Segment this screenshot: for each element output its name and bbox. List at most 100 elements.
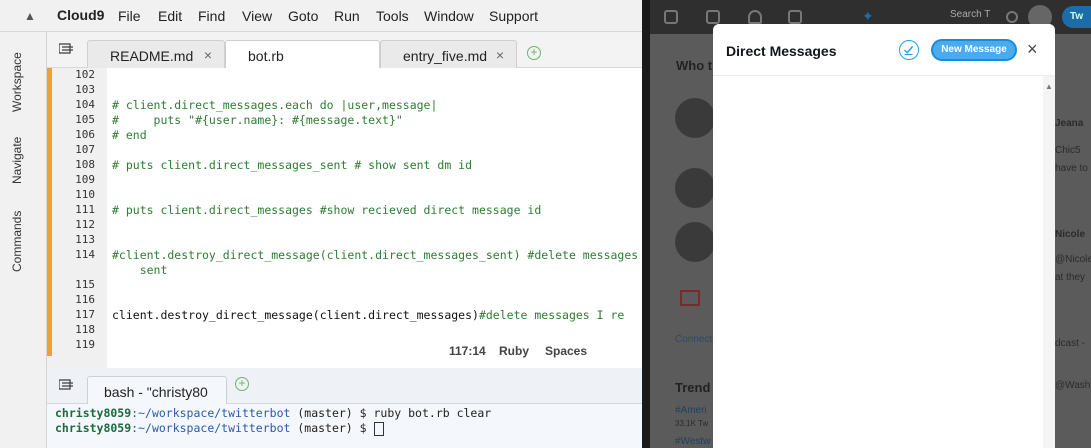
twitter-logo-icon[interactable]: ✦ xyxy=(862,8,876,24)
line-number: 109 xyxy=(75,173,95,186)
close-icon[interactable]: × xyxy=(1027,40,1038,58)
avatar xyxy=(675,222,715,262)
language-mode[interactable]: Ruby xyxy=(499,344,529,358)
menu-goto[interactable]: Goto xyxy=(288,8,318,24)
cursor-position[interactable]: 117:14 xyxy=(449,344,486,358)
tab-bot-rb-label: bot.rb xyxy=(248,48,284,64)
menu-find[interactable]: Find xyxy=(198,8,225,24)
menu-bar: ▲ Cloud9 File Edit Find View Goto Run To… xyxy=(0,0,645,32)
close-icon[interactable]: × xyxy=(496,47,504,63)
line-number: 107 xyxy=(75,143,95,156)
twitter-window: ✦ Search T Tw Who t Connect Trend #Ameri… xyxy=(650,0,1091,448)
follow-handle: Chic5 xyxy=(1055,145,1081,156)
scroll-up-icon[interactable]: ▲ xyxy=(1045,82,1053,91)
avatar xyxy=(675,168,715,208)
terminal-cursor xyxy=(373,421,384,436)
editor-area: README.md × bot.rb entry_five.md × + 102… xyxy=(47,32,645,448)
menu-file[interactable]: File xyxy=(118,8,141,24)
line-number: 115 xyxy=(75,278,95,291)
follow-text: at they xyxy=(1055,272,1086,283)
dialog-header: Direct Messages New Message × xyxy=(713,24,1055,76)
tab-entry-five-label: entry_five.md xyxy=(403,48,488,64)
avatar xyxy=(675,98,715,138)
collapse-menu-icon[interactable]: ▲ xyxy=(24,9,36,23)
who-to-follow-heading: Who t xyxy=(676,58,713,73)
cloud9-brand-menu[interactable]: Cloud9 xyxy=(57,7,104,23)
line-gutter: 102 103 104 105 106 107 108 109 110 111 112 113 114 1… xyxy=(47,68,107,368)
side-panel-tabs: Workspace Navigate Commands xyxy=(0,32,47,448)
code-line: # puts "#{user.name}: #{message.text}" xyxy=(112,113,403,127)
side-tab-workspace[interactable]: Workspace xyxy=(10,52,24,112)
tab-readme[interactable]: README.md × xyxy=(87,40,225,68)
tab-bot-rb[interactable]: bot.rb xyxy=(225,40,380,69)
washington-handle: @Washi xyxy=(1055,380,1091,391)
line-number: 111 xyxy=(75,203,95,216)
window-divider xyxy=(642,0,650,448)
dialog-title: Direct Messages xyxy=(726,43,837,59)
moments-icon[interactable] xyxy=(706,10,720,24)
code-line: client.destroy_direct_message(client.dir… xyxy=(112,308,625,322)
line-number: 112 xyxy=(75,218,95,231)
menu-view[interactable]: View xyxy=(242,8,272,24)
terminal-line: christy8059:~/workspace/twitterbot (mast… xyxy=(55,421,384,436)
gmail-icon xyxy=(680,290,700,306)
follow-name: Nicole xyxy=(1055,229,1086,240)
code-editor[interactable]: 102 103 104 105 106 107 108 109 110 111 112 113 114 1… xyxy=(47,68,645,368)
editor-status-bar: 117:14 Ruby Spaces xyxy=(107,338,645,362)
line-number: 103 xyxy=(75,83,95,96)
follow-text: have to xyxy=(1055,163,1088,174)
line-number: 117 xyxy=(75,308,95,321)
search-icon[interactable] xyxy=(1006,11,1018,23)
code-line: sent xyxy=(112,263,168,277)
menu-support[interactable]: Support xyxy=(489,8,538,24)
side-tab-navigate[interactable]: Navigate xyxy=(10,137,24,184)
editor-tab-bar: README.md × bot.rb entry_five.md × + xyxy=(47,32,645,69)
menu-run[interactable]: Run xyxy=(334,8,360,24)
podcast-text: dcast - xyxy=(1055,338,1086,349)
menu-window[interactable]: Window xyxy=(424,8,474,24)
tweet-button[interactable]: Tw xyxy=(1062,6,1091,28)
follow-name: Jeana xyxy=(1055,118,1084,129)
line-number: 108 xyxy=(75,158,95,171)
line-number: 106 xyxy=(75,128,95,141)
terminal-line: christy8059:~/workspace/twitterbot (mast… xyxy=(55,406,492,420)
add-terminal-icon[interactable]: + xyxy=(235,377,249,391)
line-number: 104 xyxy=(75,98,95,111)
add-tab-icon[interactable]: + xyxy=(527,46,541,60)
terminal-tab-bar: bash - "christy80 + xyxy=(47,368,645,405)
tab-menu-icon[interactable] xyxy=(59,43,73,55)
desktop: ▲ Cloud9 File Edit Find View Goto Run To… xyxy=(0,0,1091,448)
home-icon[interactable] xyxy=(664,10,678,24)
menu-tools[interactable]: Tools xyxy=(376,8,409,24)
line-number: 118 xyxy=(75,323,95,336)
menu-edit[interactable]: Edit xyxy=(158,8,182,24)
line-number: 114 xyxy=(75,248,95,261)
code-line: # puts client.direct_messages #show reci… xyxy=(112,203,542,217)
tab-terminal-bash[interactable]: bash - "christy80 xyxy=(87,376,227,405)
line-number: 105 xyxy=(75,113,95,126)
side-tab-commands[interactable]: Commands xyxy=(10,211,24,272)
line-number: 113 xyxy=(75,233,95,246)
line-number: 102 xyxy=(75,68,95,81)
code-line: #client.destroy_direct_message(client.di… xyxy=(112,248,645,262)
terminal-output[interactable]: christy8059:~/workspace/twitterbot (mast… xyxy=(47,404,645,448)
close-icon[interactable]: × xyxy=(204,47,212,63)
mark-all-read-icon[interactable] xyxy=(899,40,919,60)
search-input[interactable]: Search T xyxy=(950,9,990,20)
notifications-icon[interactable] xyxy=(748,10,762,24)
new-message-button[interactable]: New Message xyxy=(931,39,1017,61)
scrollbar[interactable]: ▲ xyxy=(1043,76,1055,448)
tab-entry-five[interactable]: entry_five.md × xyxy=(380,40,517,68)
code-line: # puts client.direct_messages_sent # sho… xyxy=(112,158,473,172)
messages-icon[interactable] xyxy=(788,10,802,24)
follow-handle: @Nicole xyxy=(1055,254,1091,265)
line-number: 116 xyxy=(75,293,95,306)
tab-terminal-label: bash - "christy80 xyxy=(104,384,208,400)
code-line: # client.direct_messages.each do |user,m… xyxy=(112,98,438,112)
indent-mode[interactable]: Spaces xyxy=(545,344,587,358)
tab-readme-label: README.md xyxy=(110,48,194,64)
direct-messages-dialog: Direct Messages New Message × ▲ xyxy=(713,24,1055,448)
trend-item: #Westw xyxy=(675,436,711,447)
line-number: 119 xyxy=(75,338,95,351)
tab-menu-icon[interactable] xyxy=(59,379,73,391)
